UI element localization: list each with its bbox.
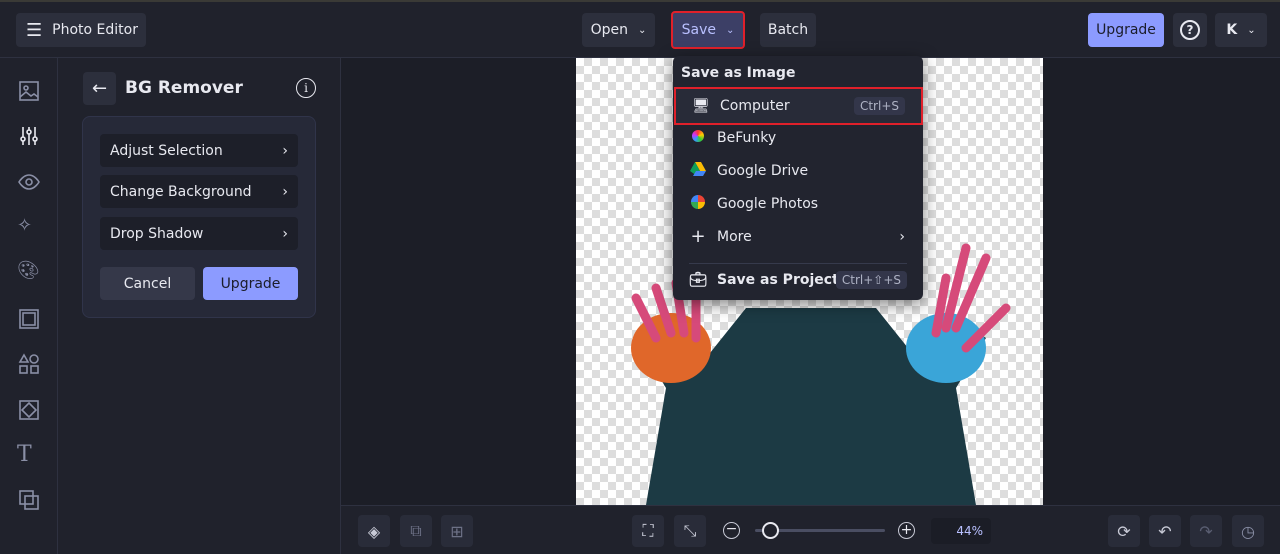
save-label: Save: [681, 22, 716, 38]
google-photos-icon: [689, 194, 707, 213]
top-bar: ☰ Photo Editor Open ⌄ Save ⌄ Batch Upgrade…: [0, 0, 1280, 58]
chevron-right-icon: ›: [282, 142, 288, 159]
arrow-left-icon: ←: [91, 78, 108, 99]
item-label: Computer: [720, 98, 790, 114]
compare-button[interactable]: ⧉: [400, 515, 432, 547]
zoom-percent[interactable]: 44%: [931, 518, 991, 544]
shrink-icon: ⤡: [683, 521, 697, 540]
reset-button[interactable]: ⟳: [1108, 515, 1140, 547]
grid-icon: ⊞: [450, 521, 464, 541]
item-label: Google Drive: [717, 162, 809, 179]
frame-icon[interactable]: [17, 307, 41, 331]
question-icon: ?: [1180, 20, 1200, 40]
info-icon[interactable]: i: [296, 78, 316, 98]
eye-icon[interactable]: [17, 170, 41, 194]
item-label: Save as Project: [717, 271, 839, 288]
panel-upgrade-button[interactable]: Upgrade: [203, 267, 298, 300]
undo-button[interactable]: ↶: [1149, 515, 1181, 547]
tool-rail: ✧ 🎨︎ T: [0, 58, 58, 554]
save-button[interactable]: Save ⌄: [671, 11, 745, 49]
option-label: Drop Shadow: [110, 225, 204, 242]
shortcut: Ctrl+S: [853, 97, 905, 115]
chevron-down-icon: ⌄: [725, 24, 735, 36]
overlay-icon[interactable]: [17, 488, 41, 512]
texture-icon[interactable]: [17, 398, 41, 422]
avatar: K: [1226, 22, 1238, 38]
shapes-icon[interactable]: [17, 352, 41, 376]
open-label: Open: [590, 22, 628, 38]
refresh-icon: ⟳: [1117, 521, 1131, 541]
save-computer-item[interactable]: 🖥︎ Computer Ctrl+S: [674, 87, 923, 125]
chevron-down-icon: ⌄: [638, 24, 647, 36]
save-dropdown-menu: Save as Image 🖥︎ Computer Ctrl+S BeFunky G…: [673, 56, 923, 300]
chevron-right-icon: ›: [899, 228, 905, 245]
item-label: Google Photos: [717, 195, 819, 212]
chevron-right-icon: ›: [282, 183, 288, 200]
item-label: BeFunky: [717, 129, 777, 146]
briefcase-icon: 💼︎: [689, 271, 707, 288]
google-drive-icon: [689, 161, 707, 180]
drop-shadow-option[interactable]: Drop Shadow ›: [100, 217, 298, 250]
save-google-photos-item[interactable]: Google Photos: [673, 187, 923, 220]
layers-icon: ◈: [367, 521, 381, 541]
redo-button[interactable]: ↷: [1190, 515, 1222, 547]
bg-remover-panel: ← BG Remover i Adjust Selection › Change …: [58, 58, 341, 554]
history-icon: ◷: [1241, 521, 1255, 541]
zoom-slider[interactable]: [755, 522, 885, 539]
account-button[interactable]: K ⌄: [1215, 13, 1267, 47]
hamburger-icon: ☰: [26, 19, 43, 41]
shortcut: Ctrl+⇧+S: [835, 270, 907, 289]
option-label: Adjust Selection: [110, 142, 223, 159]
redo-icon: ↷: [1199, 521, 1213, 541]
history-button[interactable]: ◷: [1232, 515, 1264, 547]
batch-button[interactable]: Batch: [760, 13, 816, 47]
zoom-slider-handle[interactable]: [762, 522, 779, 539]
compare-icon: ⧉: [410, 521, 422, 540]
menu-heading: Save as Image: [681, 65, 796, 81]
save-google-drive-item[interactable]: Google Drive: [673, 154, 923, 187]
undo-icon: ↶: [1158, 521, 1172, 541]
sliders-icon[interactable]: [17, 124, 41, 148]
chevron-down-icon: ⌄: [1247, 24, 1256, 36]
zoom-out-icon[interactable]: −: [723, 522, 740, 539]
monitor-icon: 🖥︎: [692, 98, 710, 114]
app-title: Photo Editor: [52, 22, 138, 38]
befunky-icon: [689, 129, 707, 146]
option-label: Change Background: [110, 183, 252, 200]
grid-button[interactable]: ⊞: [441, 515, 473, 547]
more-item[interactable]: + More ›: [673, 220, 923, 253]
image-icon[interactable]: [17, 79, 41, 103]
bottom-toolbar: ◈ ⧉ ⊞ ⛶ ⤡ − + 44% ⟳ ↶ ↷ ◷: [341, 505, 1280, 554]
upgrade-button[interactable]: Upgrade: [1088, 13, 1164, 47]
change-background-option[interactable]: Change Background ›: [100, 175, 298, 208]
panel-title: BG Remover: [125, 78, 243, 98]
help-button[interactable]: ?: [1173, 13, 1207, 47]
sparkles-icon[interactable]: ✧: [17, 215, 41, 239]
actual-size-button[interactable]: ⤡: [674, 515, 706, 547]
cancel-button[interactable]: Cancel: [100, 267, 195, 300]
text-icon[interactable]: T: [17, 442, 41, 467]
fit-screen-button[interactable]: ⛶: [632, 515, 664, 547]
save-as-project-item[interactable]: 💼︎ Save as Project Ctrl+⇧+S: [673, 263, 923, 296]
layers-button[interactable]: ◈: [358, 515, 390, 547]
back-button[interactable]: ←: [83, 72, 116, 105]
open-button[interactable]: Open ⌄: [582, 13, 655, 47]
zoom-in-icon[interactable]: +: [898, 522, 915, 539]
menu-button[interactable]: ☰ Photo Editor: [16, 13, 146, 47]
item-label: More: [717, 228, 752, 245]
options-card: Adjust Selection › Change Background › Dro…: [82, 116, 316, 318]
adjust-selection-option[interactable]: Adjust Selection ›: [100, 134, 298, 167]
plus-icon: +: [690, 226, 706, 247]
expand-icon: ⛶: [642, 521, 654, 540]
save-befunky-item[interactable]: BeFunky: [673, 121, 923, 154]
palette-icon[interactable]: 🎨︎: [17, 260, 41, 284]
chevron-right-icon: ›: [282, 225, 288, 242]
